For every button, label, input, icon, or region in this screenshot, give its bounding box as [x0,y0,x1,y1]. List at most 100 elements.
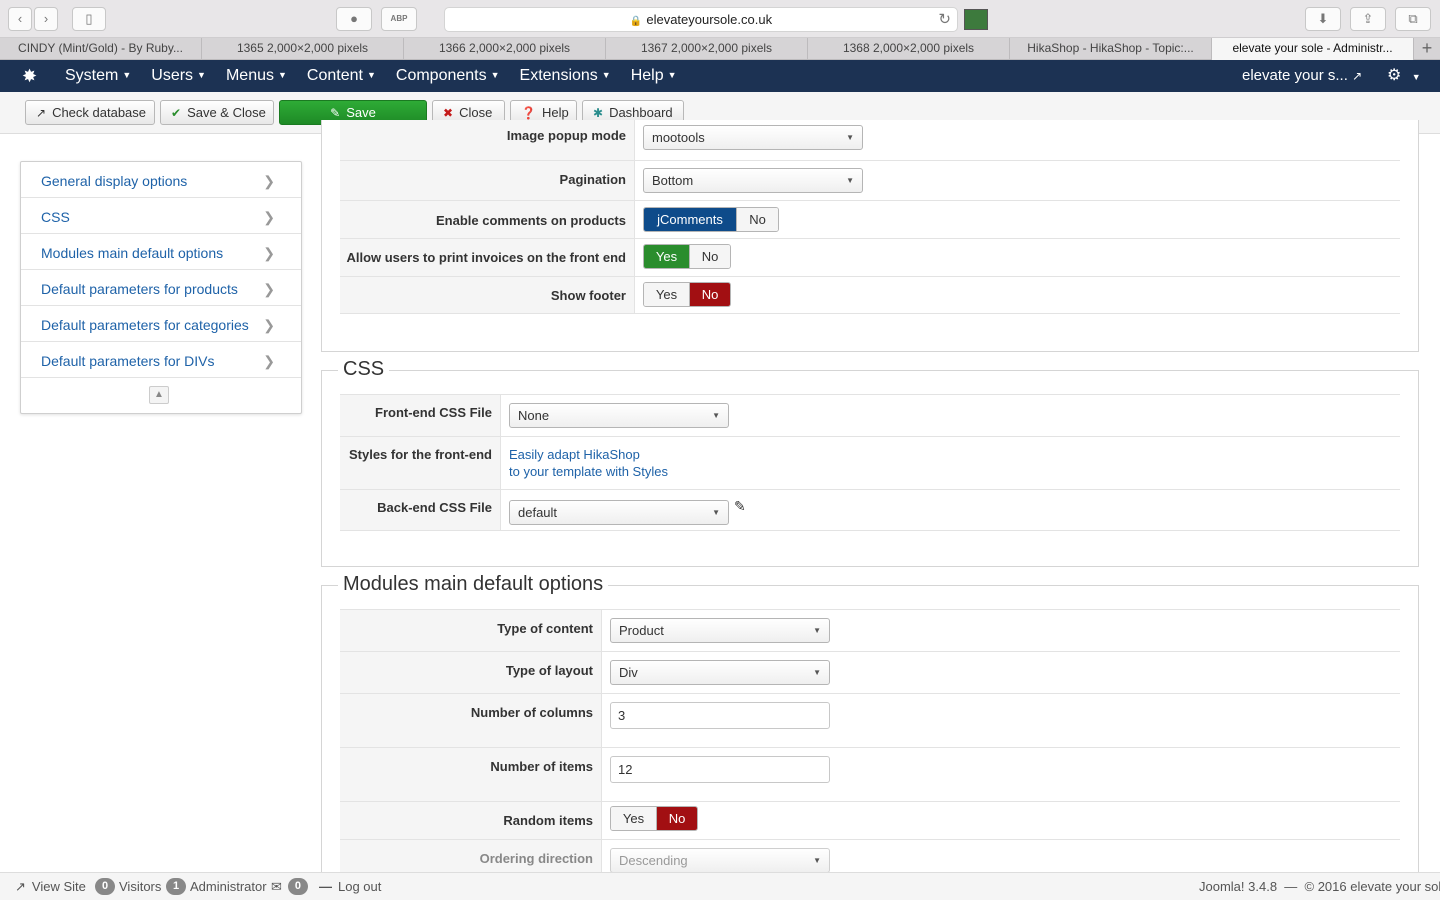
site-link[interactable]: elevate your s... ↗ [1242,60,1362,92]
browser-tab[interactable]: 1366 2,000×2,000 pixels [404,38,606,60]
sidebar-item-divs[interactable]: Default parameters for DIVs ❯ [21,342,301,378]
print-invoices-toggle[interactable]: Yes No [643,244,731,269]
version-text: Joomla! 3.4.8 [1199,879,1278,894]
caret-down-icon: ▼ [122,70,132,80]
sidebar-item-label: CSS [41,209,70,225]
print-no-option[interactable]: No [689,245,730,268]
row-image-popup: Image popup mode mootools ▼ [340,120,1400,160]
comments-toggle[interactable]: jComments No [643,207,779,232]
styles-link[interactable]: Easily adapt HikaShop to your template w… [509,446,668,480]
columns-input[interactable]: 3 [610,702,830,729]
back-button[interactable]: ‹ [8,7,32,31]
browser-tab[interactable]: HikaShop - HikaShop - Topic:... [1010,38,1212,60]
sidebar-item-products[interactable]: Default parameters for products ❯ [21,270,301,306]
sidebar-item-general-display[interactable]: General display options ❯ [21,162,301,198]
css-rows: Front-end CSS File None ▼ Styles for the … [340,394,1400,531]
sidebar-item-css[interactable]: CSS ❯ [21,198,301,234]
sidebar-toggle-button[interactable]: ▯ [72,7,106,31]
logout-link[interactable]: — Log out [319,873,381,900]
forward-button[interactable]: › [34,7,58,31]
messages-indicator[interactable]: ✉ 0 [271,873,312,900]
ghostery-extension-button[interactable]: ● [336,7,372,31]
adblock-extension-button[interactable]: ABP [381,7,417,31]
footer-no-option[interactable]: No [689,283,730,306]
ordering-select[interactable]: Descending ▼ [610,848,830,873]
menu-menus[interactable]: Menus ▼ [216,60,297,92]
adblock-icon: ABP [390,14,408,23]
downloads-button[interactable]: ⬇ [1305,7,1341,31]
sidebar-item-label: Default parameters for categories [41,317,249,333]
browser-tab[interactable]: CINDY (Mint/Gold) - By Ruby... [0,38,202,60]
sidebar-item-label: General display options [41,173,188,189]
chevron-right-icon: › [43,11,49,26]
print-yes-option[interactable]: Yes [644,245,689,268]
caret-down-icon: ▼ [667,70,677,80]
pencil-icon[interactable]: ✎ [734,498,746,515]
type-layout-select[interactable]: Div ▼ [610,660,830,685]
label-text: Back-end CSS File [377,500,492,515]
menu-content[interactable]: Content ▼ [297,60,386,92]
random-yes-option[interactable]: Yes [611,807,656,830]
menu-components[interactable]: Components ▼ [386,60,510,92]
tabs-overview-button[interactable]: ⧉ [1395,7,1431,31]
address-bar[interactable]: 🔒 elevateyoursole.co.uk ↻ [444,7,958,32]
items-input[interactable]: 12 [610,756,830,783]
random-no-option[interactable]: No [656,807,697,830]
site-name-label: elevate your s... [1242,67,1348,84]
share-button[interactable]: ⇪ [1350,7,1386,31]
select-value: Bottom [652,173,694,188]
logout-label: Log out [338,879,382,894]
joomla-logo-icon[interactable]: ✸ [22,66,37,87]
css-fieldset: CSS Front-end CSS File None ▼ Styles for … [321,358,1419,567]
comments-off-option[interactable]: No [736,208,778,231]
field-label: Allow users to print invoices on the fro… [340,239,635,276]
menu-system[interactable]: System ▼ [55,60,141,92]
admin-navbar: ✸ System ▼ Users ▼ Menus ▼ Content ▼ Compone… [0,60,1440,92]
comments-on-option[interactable]: jComments [644,208,736,231]
menu-label: Content [306,67,363,84]
styles-link-line[interactable]: to your template with Styles [509,463,668,480]
footer-yes-option[interactable]: Yes [644,283,689,306]
backend-css-select[interactable]: default ▼ [509,500,729,525]
frontend-css-select[interactable]: None ▼ [509,403,729,428]
extension-image-icon[interactable] [964,9,988,30]
check-database-button[interactable]: ↗ Check database [25,100,155,125]
caret-down-icon: ▼ [197,70,206,80]
css-legend: CSS [338,358,390,381]
save-close-button[interactable]: ✔ Save & Close [160,100,274,125]
browser-tab-active[interactable]: elevate your sole - Administr... [1212,38,1414,60]
view-site-link[interactable]: ↗ View Site [15,873,86,900]
admin-badge: 1 [166,878,186,896]
caret-down-icon: ▼ [813,626,821,635]
pagination-select[interactable]: Bottom ▼ [643,168,863,193]
reload-icon[interactable]: ↻ [938,8,951,32]
new-tab-icon[interactable]: + [1414,38,1440,59]
show-footer-toggle[interactable]: Yes No [643,282,731,307]
styles-link-line[interactable]: Easily adapt HikaShop [509,446,668,463]
menu-label: System [65,67,119,84]
user-menu[interactable]: ⚙ ▼ [1387,60,1421,93]
label-text: Front-end CSS File [375,405,492,420]
browser-tab[interactable]: 1367 2,000×2,000 pixels [606,38,808,60]
menu-extensions[interactable]: Extensions ▼ [510,60,621,92]
menu-help[interactable]: Help ▼ [621,60,687,92]
caret-down-icon: ▼ [712,508,720,517]
random-items-toggle[interactable]: Yes No [610,806,698,831]
row-show-footer: Show footer Yes No [340,276,1400,314]
type-content-select[interactable]: Product ▼ [610,618,830,643]
chevron-right-icon: ❯ [263,173,275,189]
image-popup-select[interactable]: mootools ▼ [643,125,863,150]
label-text: Number of items [490,759,593,774]
menu-users[interactable]: Users ▼ [141,60,216,92]
messages-badge: 0 [287,878,308,896]
caret-down-icon: ▼ [490,70,500,80]
envelope-icon: ✉ [271,879,282,894]
scroll-top-button[interactable]: ▲ [149,386,169,404]
sidebar-item-modules[interactable]: Modules main default options ❯ [21,234,301,270]
external-link-icon: ↗ [15,879,26,894]
row-backend-css: Back-end CSS File default ▼ ✎ [340,489,1400,531]
browser-tab[interactable]: 1365 2,000×2,000 pixels [202,38,404,60]
sidebar-item-categories[interactable]: Default parameters for categories ❯ [21,306,301,342]
field-label: Front-end CSS File [340,395,501,436]
browser-tab[interactable]: 1368 2,000×2,000 pixels [808,38,1010,60]
